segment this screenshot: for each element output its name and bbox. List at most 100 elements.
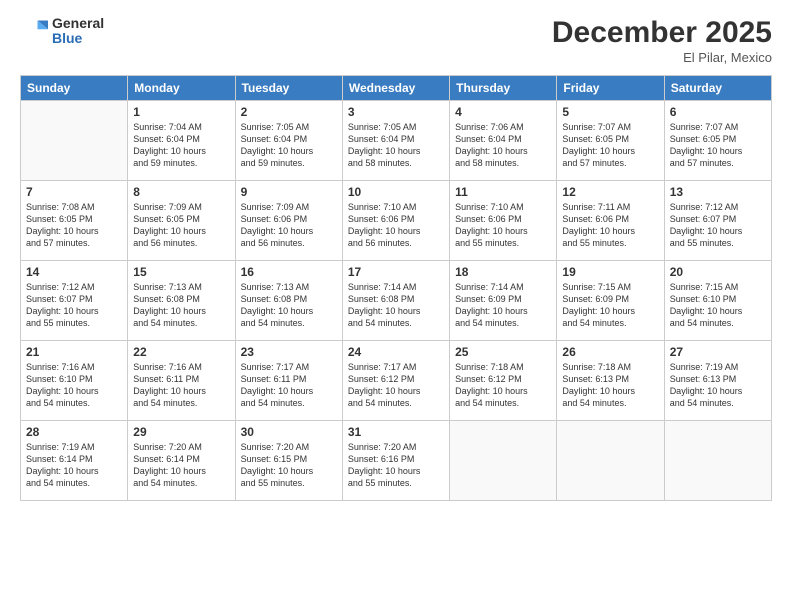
- weekday-header-row: SundayMondayTuesdayWednesdayThursdayFrid…: [21, 76, 772, 101]
- title-block: December 2025 El Pilar, Mexico: [552, 16, 772, 65]
- day-info: Sunrise: 7:15 AMSunset: 6:10 PMDaylight:…: [670, 281, 766, 330]
- logo-blue-text: Blue: [52, 31, 104, 46]
- day-number: 22: [133, 345, 229, 359]
- calendar-cell: 25Sunrise: 7:18 AMSunset: 6:12 PMDayligh…: [450, 341, 557, 421]
- day-number: 27: [670, 345, 766, 359]
- calendar-cell: 9 Sunrise: 7:09 AMSunset: 6:06 PMDaylight…: [235, 181, 342, 261]
- day-number: 3: [348, 105, 444, 119]
- day-number: 29: [133, 425, 229, 439]
- day-info: Sunrise: 7:07 AMSunset: 6:05 PMDaylight:…: [562, 121, 658, 170]
- day-info: Sunrise: 7:15 AMSunset: 6:09 PMDaylight:…: [562, 281, 658, 330]
- calendar-cell: [21, 101, 128, 181]
- day-number: 19: [562, 265, 658, 279]
- day-info: Sunrise: 7:18 AMSunset: 6:13 PMDaylight:…: [562, 361, 658, 410]
- day-info: Sunrise: 7:10 AMSunset: 6:06 PMDaylight:…: [348, 201, 444, 250]
- calendar: SundayMondayTuesdayWednesdayThursdayFrid…: [20, 75, 772, 501]
- calendar-cell: 4Sunrise: 7:06 AMSunset: 6:04 PMDaylight…: [450, 101, 557, 181]
- calendar-cell: 13 Sunrise: 7:12 AMSunset: 6:07 PMDayligh…: [664, 181, 771, 261]
- calendar-cell: 28 Sunrise: 7:19 AMSunset: 6:14 PMDayligh…: [21, 421, 128, 501]
- weekday-header-sunday: Sunday: [21, 76, 128, 101]
- day-number: 26: [562, 345, 658, 359]
- day-number: 1: [133, 105, 229, 119]
- day-info: Sunrise: 7:19 AMSunset: 6:14 PMDaylight:…: [26, 441, 122, 490]
- day-info: Sunrise: 7:18 AMSunset: 6:12 PMDaylight:…: [455, 361, 551, 410]
- day-info: Sunrise: 7:13 AMSunset: 6:08 PMDaylight:…: [241, 281, 337, 330]
- day-info: Sunrise: 7:10 AMSunset: 6:06 PMDaylight:…: [455, 201, 551, 250]
- day-number: 31: [348, 425, 444, 439]
- logo: General Blue: [20, 16, 104, 47]
- day-info: Sunrise: 7:14 AMSunset: 6:09 PMDaylight:…: [455, 281, 551, 330]
- calendar-cell: 27 Sunrise: 7:19 AMSunset: 6:13 PMDayligh…: [664, 341, 771, 421]
- day-number: 17: [348, 265, 444, 279]
- day-info: Sunrise: 7:08 AMSunset: 6:05 PMDaylight:…: [26, 201, 122, 250]
- day-info: Sunrise: 7:16 AMSunset: 6:10 PMDaylight:…: [26, 361, 122, 410]
- calendar-cell: 26 Sunrise: 7:18 AMSunset: 6:13 PMDayligh…: [557, 341, 664, 421]
- header: General Blue December 2025 El Pilar, Mex…: [20, 16, 772, 65]
- calendar-cell: 18 Sunrise: 7:14 AMSunset: 6:09 PMDayligh…: [450, 261, 557, 341]
- day-number: 8: [133, 185, 229, 199]
- day-number: 5: [562, 105, 658, 119]
- logo-general: General: [52, 16, 104, 31]
- day-number: 14: [26, 265, 122, 279]
- day-number: 9: [241, 185, 337, 199]
- weekday-header-tuesday: Tuesday: [235, 76, 342, 101]
- calendar-cell: 5 Sunrise: 7:07 AMSunset: 6:05 PMDaylight…: [557, 101, 664, 181]
- calendar-cell: 23 Sunrise: 7:17 AMSunset: 6:11 PMDayligh…: [235, 341, 342, 421]
- day-info: Sunrise: 7:17 AMSunset: 6:12 PMDaylight:…: [348, 361, 444, 410]
- calendar-cell: 11Sunrise: 7:10 AMSunset: 6:06 PMDayligh…: [450, 181, 557, 261]
- day-number: 18: [455, 265, 551, 279]
- calendar-cell: 1 Sunrise: 7:04 AMSunset: 6:04 PMDaylight…: [128, 101, 235, 181]
- calendar-cell: 17 Sunrise: 7:14 AMSunset: 6:08 PMDayligh…: [342, 261, 449, 341]
- calendar-week-row: 28 Sunrise: 7:19 AMSunset: 6:14 PMDayligh…: [21, 421, 772, 501]
- calendar-cell: 14Sunrise: 7:12 AMSunset: 6:07 PMDayligh…: [21, 261, 128, 341]
- calendar-cell: 24Sunrise: 7:17 AMSunset: 6:12 PMDayligh…: [342, 341, 449, 421]
- calendar-cell: 16 Sunrise: 7:13 AMSunset: 6:08 PMDayligh…: [235, 261, 342, 341]
- day-info: Sunrise: 7:16 AMSunset: 6:11 PMDaylight:…: [133, 361, 229, 410]
- day-info: Sunrise: 7:20 AMSunset: 6:15 PMDaylight:…: [241, 441, 337, 490]
- logo-text: General Blue: [52, 16, 104, 47]
- calendar-cell: 30 Sunrise: 7:20 AMSunset: 6:15 PMDayligh…: [235, 421, 342, 501]
- calendar-cell: [664, 421, 771, 501]
- calendar-cell: 8Sunrise: 7:09 AMSunset: 6:05 PMDaylight…: [128, 181, 235, 261]
- calendar-week-row: 1 Sunrise: 7:04 AMSunset: 6:04 PMDaylight…: [21, 101, 772, 181]
- day-number: 21: [26, 345, 122, 359]
- day-info: Sunrise: 7:19 AMSunset: 6:13 PMDaylight:…: [670, 361, 766, 410]
- calendar-cell: 3 Sunrise: 7:05 AMSunset: 6:04 PMDaylight…: [342, 101, 449, 181]
- day-number: 13: [670, 185, 766, 199]
- day-number: 15: [133, 265, 229, 279]
- calendar-cell: 6Sunrise: 7:07 AMSunset: 6:05 PMDaylight…: [664, 101, 771, 181]
- calendar-cell: 21 Sunrise: 7:16 AMSunset: 6:10 PMDayligh…: [21, 341, 128, 421]
- day-info: Sunrise: 7:04 AMSunset: 6:04 PMDaylight:…: [133, 121, 229, 170]
- weekday-header-wednesday: Wednesday: [342, 76, 449, 101]
- day-info: Sunrise: 7:20 AMSunset: 6:14 PMDaylight:…: [133, 441, 229, 490]
- day-info: Sunrise: 7:17 AMSunset: 6:11 PMDaylight:…: [241, 361, 337, 410]
- calendar-cell: 15 Sunrise: 7:13 AMSunset: 6:08 PMDayligh…: [128, 261, 235, 341]
- day-number: 23: [241, 345, 337, 359]
- logo-icon: [20, 17, 48, 45]
- calendar-cell: [557, 421, 664, 501]
- calendar-week-row: 7Sunrise: 7:08 AMSunset: 6:05 PMDaylight…: [21, 181, 772, 261]
- weekday-header-saturday: Saturday: [664, 76, 771, 101]
- day-number: 30: [241, 425, 337, 439]
- calendar-cell: 7Sunrise: 7:08 AMSunset: 6:05 PMDaylight…: [21, 181, 128, 261]
- day-info: Sunrise: 7:09 AMSunset: 6:06 PMDaylight:…: [241, 201, 337, 250]
- day-number: 16: [241, 265, 337, 279]
- calendar-cell: 29 Sunrise: 7:20 AMSunset: 6:14 PMDayligh…: [128, 421, 235, 501]
- weekday-header-friday: Friday: [557, 76, 664, 101]
- day-info: Sunrise: 7:05 AMSunset: 6:04 PMDaylight:…: [348, 121, 444, 170]
- day-info: Sunrise: 7:13 AMSunset: 6:08 PMDaylight:…: [133, 281, 229, 330]
- day-number: 2: [241, 105, 337, 119]
- calendar-cell: 22 Sunrise: 7:16 AMSunset: 6:11 PMDayligh…: [128, 341, 235, 421]
- weekday-header-thursday: Thursday: [450, 76, 557, 101]
- day-info: Sunrise: 7:12 AMSunset: 6:07 PMDaylight:…: [670, 201, 766, 250]
- day-info: Sunrise: 7:07 AMSunset: 6:05 PMDaylight:…: [670, 121, 766, 170]
- month-title: December 2025: [552, 16, 772, 50]
- day-info: Sunrise: 7:14 AMSunset: 6:08 PMDaylight:…: [348, 281, 444, 330]
- calendar-cell: 31Sunrise: 7:20 AMSunset: 6:16 PMDayligh…: [342, 421, 449, 501]
- calendar-cell: 2Sunrise: 7:05 AMSunset: 6:04 PMDaylight…: [235, 101, 342, 181]
- day-number: 28: [26, 425, 122, 439]
- day-info: Sunrise: 7:06 AMSunset: 6:04 PMDaylight:…: [455, 121, 551, 170]
- calendar-cell: [450, 421, 557, 501]
- calendar-cell: 20Sunrise: 7:15 AMSunset: 6:10 PMDayligh…: [664, 261, 771, 341]
- calendar-week-row: 21 Sunrise: 7:16 AMSunset: 6:10 PMDayligh…: [21, 341, 772, 421]
